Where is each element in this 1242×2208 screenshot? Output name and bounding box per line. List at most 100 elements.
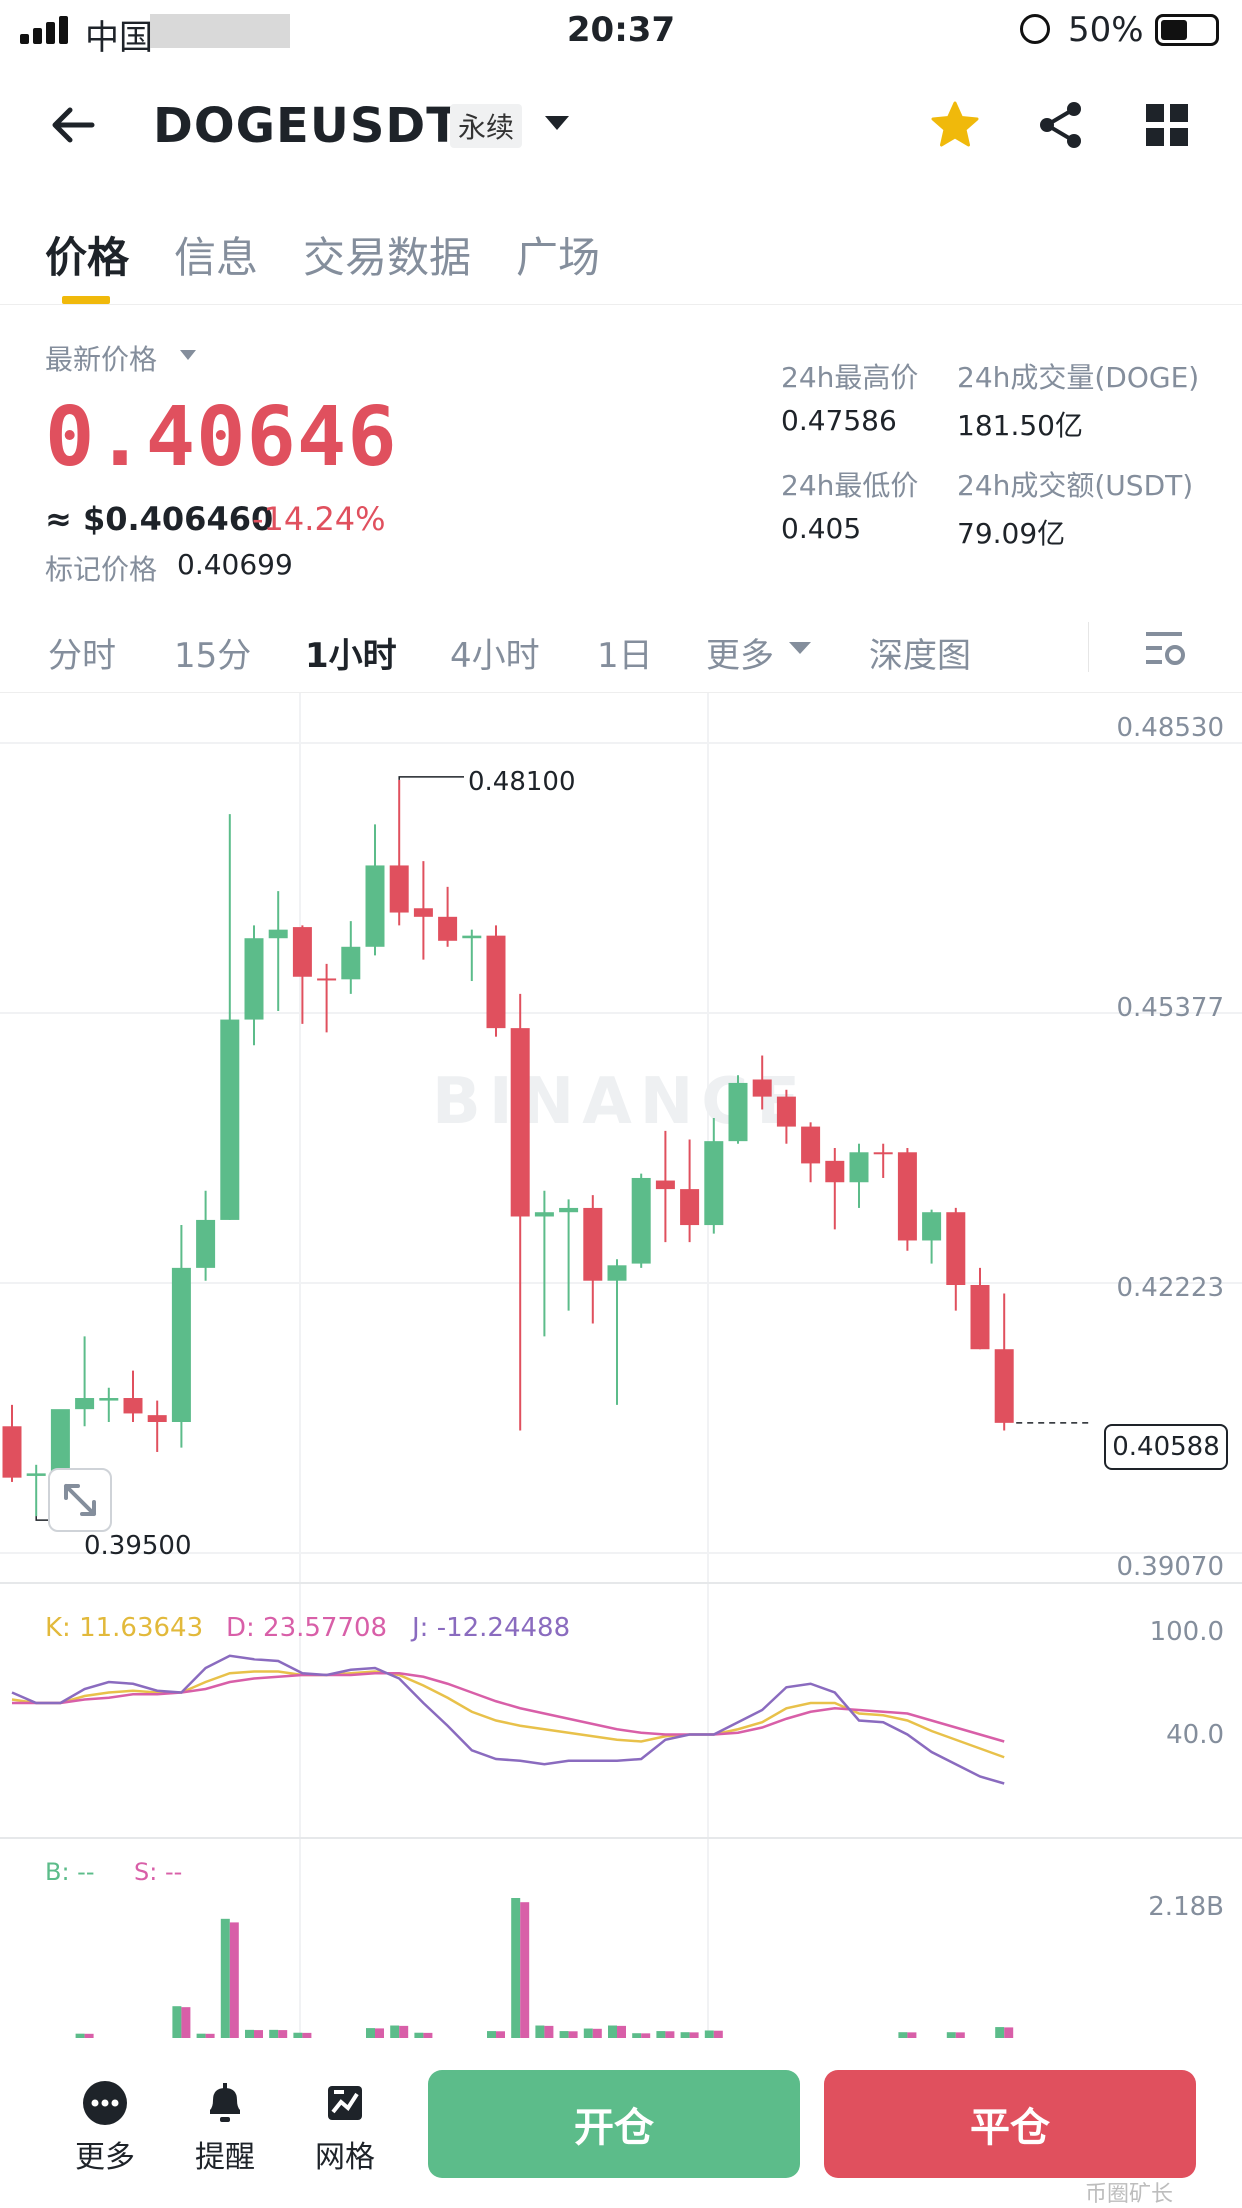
expand-chart-icon[interactable] <box>48 1468 112 1532</box>
kdj-axis-label: 40.0 <box>1166 1720 1224 1750</box>
candle-body <box>99 1398 119 1401</box>
candle-body <box>849 1152 869 1183</box>
candle-body <box>365 865 385 947</box>
battery-percent: 50% <box>1068 10 1144 50</box>
candle-body <box>873 1152 893 1155</box>
volume-sell-bar <box>399 2025 409 2038</box>
back-icon[interactable] <box>48 100 98 150</box>
candlestick-chart[interactable]: BINANCE <box>0 693 1242 2043</box>
latest-price-dropdown-icon[interactable] <box>180 350 196 360</box>
symbol-title[interactable]: DOGEUSDT <box>153 98 460 154</box>
volume-sell-bar <box>278 2030 288 2038</box>
bell-icon <box>210 2083 240 2122</box>
latest-price-label[interactable]: 最新价格 <box>45 338 157 378</box>
binance-watermark: BINANCE <box>432 1065 808 1139</box>
candle-body <box>220 1019 240 1220</box>
volume-buy-bar <box>172 2006 182 2038</box>
max-marker-line <box>398 776 464 780</box>
volume-sell-bar <box>496 2031 505 2038</box>
candle-body <box>776 1096 796 1127</box>
grid-label: 网格 <box>315 2140 375 2175</box>
share-icon[interactable] <box>1036 100 1086 150</box>
tab-info[interactable]: 信息 <box>174 224 258 285</box>
candle-body <box>75 1398 95 1410</box>
candle-body <box>728 1082 748 1142</box>
kdj-d-label: D: 23.57708 <box>226 1613 388 1643</box>
kdj-k-label: K: 11.63643 <box>45 1613 204 1643</box>
volume-sell-bar <box>641 2033 651 2038</box>
candle-body <box>510 1028 530 1217</box>
high-value: 0.47586 <box>781 404 897 437</box>
open-position-button[interactable]: 开仓 <box>428 2070 800 2178</box>
volume-buy-bar <box>656 2031 666 2038</box>
interval-4h[interactable]: 4小时 <box>450 628 540 677</box>
tab-price[interactable]: 价格 <box>45 224 129 285</box>
volume-sell-label: S: -- <box>134 1858 183 1886</box>
candle-body <box>389 865 409 913</box>
candle-body <box>341 946 361 980</box>
candle-body <box>607 1265 627 1281</box>
status-bar: 中国 20:37 50% <box>0 0 1242 62</box>
grid-chart-icon <box>328 2086 362 2120</box>
min-price-marker: 0.39500 <box>84 1531 192 1561</box>
active-tab-indicator <box>62 296 110 304</box>
volume-buy-bar <box>559 2031 569 2038</box>
mark-price: 0.40699 <box>177 548 293 581</box>
clock: 20:37 <box>566 10 676 50</box>
volume-sell-bar <box>665 2031 675 2038</box>
volume-buy-bar <box>245 2029 254 2038</box>
usd-value: ≈ $0.406460 <box>45 500 274 538</box>
vertical-divider <box>1088 622 1089 672</box>
layout-grid-icon[interactable] <box>1146 104 1188 146</box>
more-menu-button[interactable]: 更多 <box>50 2080 160 2176</box>
candle-body <box>147 1415 167 1422</box>
candle-body <box>317 978 337 981</box>
candle-body <box>825 1160 845 1183</box>
volume-sell-bar <box>254 2030 263 2038</box>
interval-more-dropdown-icon[interactable] <box>789 642 811 654</box>
mark-price-label: 标记价格 <box>45 553 158 586</box>
tab-square[interactable]: 广场 <box>516 224 600 285</box>
candle-body <box>26 1473 46 1476</box>
favorite-star-icon[interactable] <box>930 100 980 150</box>
battery-icon <box>1155 14 1219 46</box>
image-watermark: 币圈矿长 <box>1085 2182 1174 2207</box>
volume-sell-bar <box>592 2028 602 2038</box>
candle-body <box>486 935 506 1029</box>
candle-body <box>631 1177 651 1264</box>
volume-buy-bar <box>995 2027 1005 2038</box>
volume-buy-bar <box>946 2032 956 2038</box>
alert-button[interactable]: 提醒 <box>170 2080 280 2176</box>
volume-sell-bar <box>229 1922 239 2038</box>
interval-1h[interactable]: 1小时 <box>305 628 397 677</box>
volume-buy-bar <box>898 2032 908 2038</box>
volume-buy-bar <box>414 2032 424 2038</box>
interval-timeline[interactable]: 分时 <box>48 628 116 677</box>
current-price-tag[interactable]: 0.40588 <box>1104 1424 1228 1470</box>
volume-sell-bar <box>302 2032 312 2038</box>
candle-body <box>2 1426 22 1478</box>
interval-depth-chart[interactable]: 深度图 <box>869 628 971 677</box>
volume-sell-bar <box>689 2032 699 2038</box>
interval-more[interactable]: 更多 <box>706 628 774 677</box>
change-percent: -14.24% <box>252 500 386 538</box>
volume-buy-bar <box>535 2025 545 2038</box>
volume-sell-bar <box>713 2030 723 2038</box>
tab-trading-data[interactable]: 交易数据 <box>303 224 471 285</box>
interval-1d[interactable]: 1日 <box>597 628 653 677</box>
tabs-divider <box>0 304 1242 305</box>
kdj-j-label: J: -12.24488 <box>412 1613 571 1643</box>
grid-trading-button[interactable]: 网格 <box>290 2080 400 2176</box>
volume-sell-bar <box>907 2032 917 2038</box>
volume-sell-bar <box>84 2033 94 2038</box>
candle-body <box>680 1189 700 1226</box>
volume-value: 181.50亿 <box>957 409 1083 442</box>
interval-15m[interactable]: 15分 <box>174 628 251 677</box>
chart-settings-icon[interactable] <box>1144 628 1186 670</box>
volume-buy-bar <box>220 1918 230 2038</box>
symbol-dropdown-icon[interactable] <box>545 116 569 130</box>
volume-sell-bar <box>375 2028 384 2038</box>
contract-type-badge[interactable]: 永续 <box>450 104 523 148</box>
close-position-button[interactable]: 平仓 <box>824 2070 1196 2178</box>
candle-body <box>559 1207 579 1213</box>
